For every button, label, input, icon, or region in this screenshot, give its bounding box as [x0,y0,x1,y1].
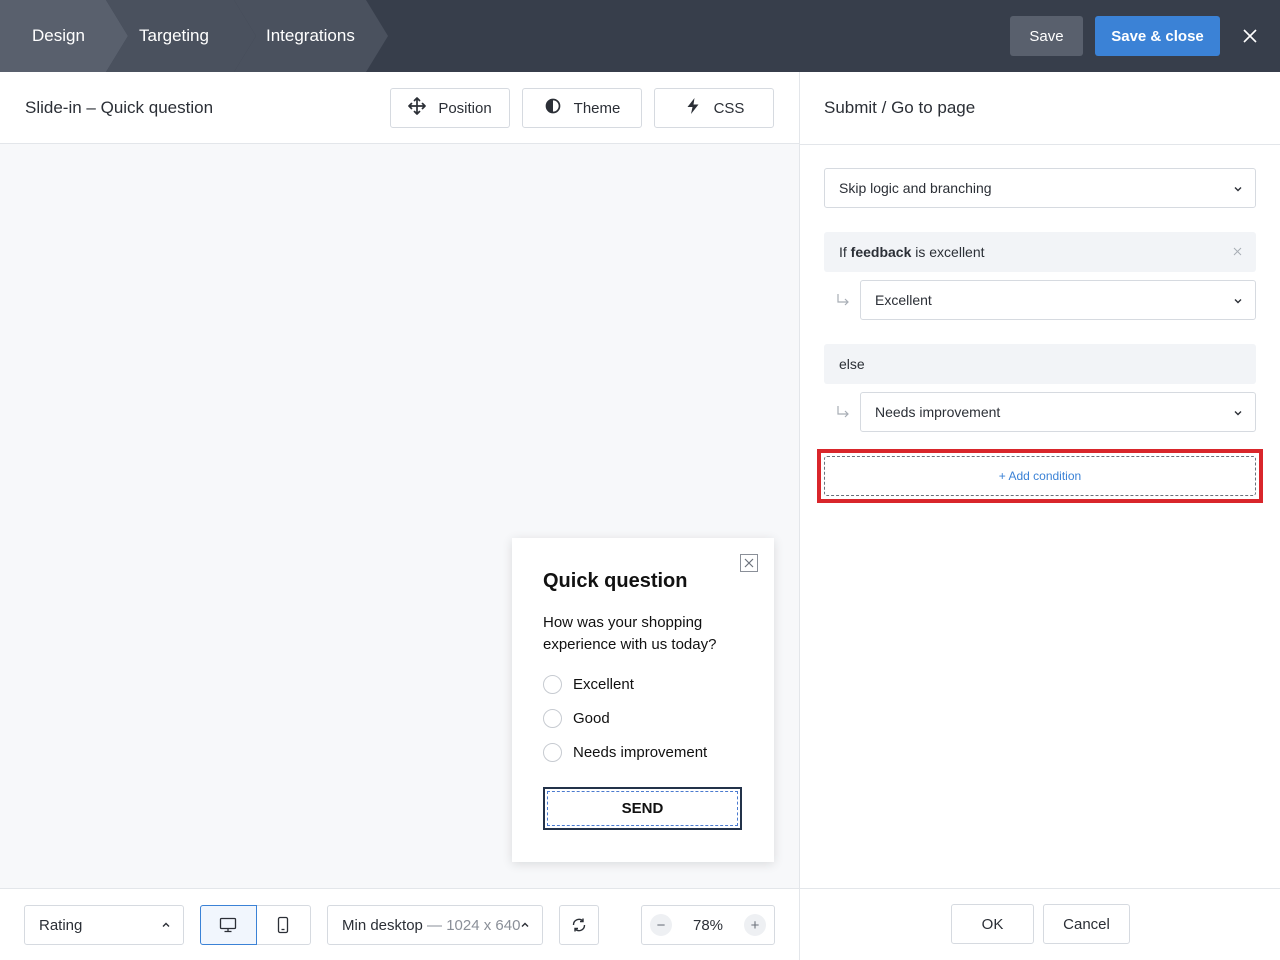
logic-type-select[interactable]: Skip logic and branching [824,168,1256,208]
branch-arrow-icon [837,406,849,418]
css-label: CSS [713,99,745,117]
else-target-select[interactable]: Needs improvement [860,392,1256,432]
option-label: Needs improvement [573,744,708,761]
editor-title: Slide-in – Quick question [25,98,214,117]
popup-close-icon[interactable] [740,554,758,572]
position-button[interactable]: Position [390,88,510,128]
condition-prefix: If [839,244,851,260]
chevron-up-icon [162,922,170,927]
contrast-icon [544,97,562,119]
step-integrations[interactable]: Integrations [234,0,388,72]
step-integrations-label: Integrations [266,26,355,45]
option-excellent[interactable]: Excellent [543,675,634,694]
chevron-down-icon [1234,299,1242,304]
popup-question: How was your shopping experience with us… [543,614,717,653]
zoom-out-button[interactable]: − [650,914,672,936]
step-design-label: Design [32,26,85,45]
else-row: else [824,344,1256,384]
step-targeting[interactable]: Targeting [106,0,256,72]
add-condition-button[interactable]: + Add condition [824,456,1256,496]
logic-type-value: Skip logic and branching [839,180,992,196]
theme-label: Theme [573,99,621,117]
divider [800,888,1280,889]
remove-condition-icon[interactable] [1233,247,1242,256]
editor-footer: Rating Min desktop — 1024 x 640 − 78% + [0,888,800,960]
close-icon[interactable] [1238,24,1262,48]
viewport-size: — 1024 x 640 [427,916,521,934]
zoom-control: − 78% + [641,905,775,945]
branch-arrow-icon [837,294,849,306]
else-target-value: Needs improvement [875,404,1001,420]
theme-button[interactable]: Theme [522,88,642,128]
mobile-icon[interactable] [256,906,311,944]
send-button[interactable]: SEND [543,787,742,830]
option-label: Good [573,710,610,727]
logic-panel: Submit / Go to page Skip logic and branc… [799,72,1280,960]
option-label: Excellent [573,676,634,693]
else-label: else [839,356,865,372]
lightning-icon [684,97,702,119]
field-type-select[interactable]: Rating [24,905,184,945]
radio-icon[interactable] [543,675,562,694]
chevron-up-icon [521,922,529,927]
viewport-label: Min desktop [342,916,423,934]
top-bar: Design Targeting Integrations Save Save … [0,0,1280,72]
step-targeting-label: Targeting [139,26,209,45]
chevron-down-icon [1234,411,1242,416]
condition-row[interactable]: If feedback is excellent [824,232,1256,272]
chevron-down-icon [1234,187,1242,192]
option-needs-improvement[interactable]: Needs improvement [543,743,707,762]
popup-title: Quick question [543,570,688,592]
step-design[interactable]: Design [0,0,128,72]
position-label: Position [438,99,492,117]
slide-in-popup[interactable]: Quick question How was your shopping exp… [512,538,774,862]
move-icon [408,97,427,119]
save-button[interactable]: Save [1010,16,1083,56]
css-button[interactable]: CSS [654,88,774,128]
radio-icon[interactable] [543,709,562,728]
viewport-select[interactable]: Min desktop — 1024 x 640 [327,905,543,945]
zoom-value: 78% [692,916,724,934]
desktop-icon[interactable] [200,905,257,945]
device-toggle [200,905,311,945]
radio-icon[interactable] [543,743,562,762]
condition-target-value: Excellent [875,292,932,308]
rotate-icon [572,918,586,932]
panel-title: Submit / Go to page [824,98,976,117]
field-type-value: Rating [39,916,83,934]
editor-toolbar: Slide-in – Quick question Position Theme… [0,72,800,144]
condition-suffix: is excellent [911,244,985,260]
rotate-button[interactable] [559,905,599,945]
condition-field: feedback [850,244,912,260]
option-good[interactable]: Good [543,709,610,728]
ok-button[interactable]: OK [951,904,1034,944]
cancel-button[interactable]: Cancel [1043,904,1130,944]
divider [800,144,1280,145]
save-close-button[interactable]: Save & close [1095,16,1220,56]
condition-target-select[interactable]: Excellent [860,280,1256,320]
zoom-in-button[interactable]: + [744,914,766,936]
